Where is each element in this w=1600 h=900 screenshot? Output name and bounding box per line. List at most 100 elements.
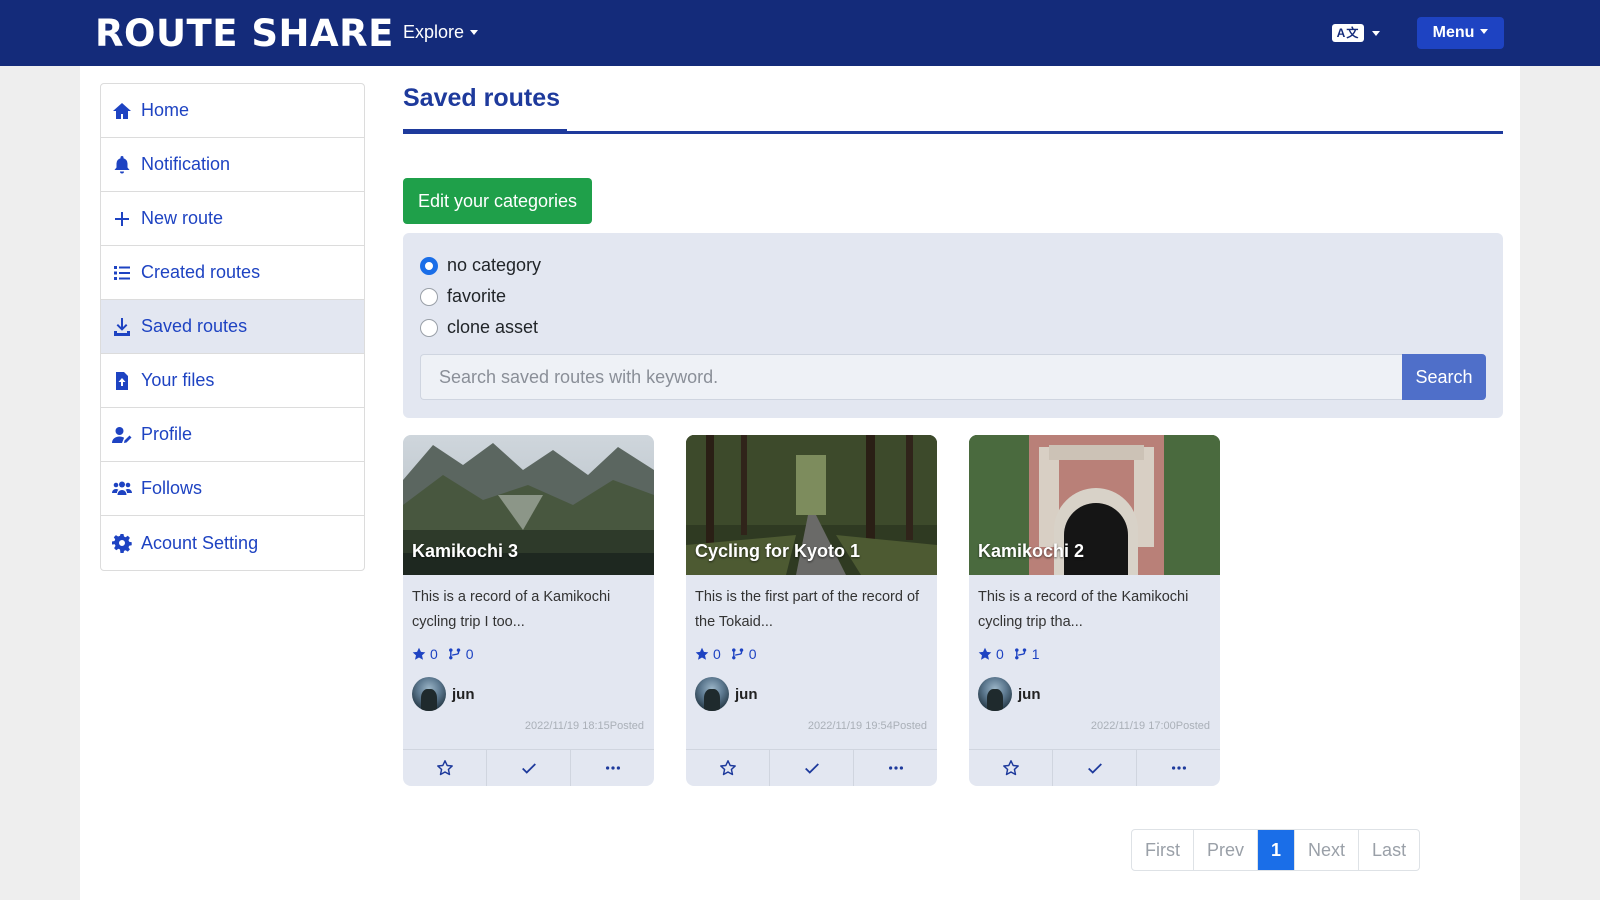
category-radio-no-category[interactable]: no category [420, 255, 541, 276]
check-button[interactable] [487, 750, 571, 786]
pagination-last[interactable]: Last [1359, 830, 1419, 870]
more-options-button[interactable] [854, 750, 937, 786]
user-edit-icon [111, 424, 133, 446]
star-count: 0 [713, 646, 721, 662]
card-title[interactable]: Cycling for Kyoto 1 [695, 541, 860, 562]
sidebar-item-label: Follows [141, 478, 203, 498]
pagination-prev[interactable]: Prev [1194, 830, 1259, 870]
pagination-next[interactable]: Next [1295, 830, 1360, 870]
sidebar-item-saved-routes[interactable]: Saved routes [101, 300, 364, 354]
card-date: 2022/11/19 18:15Posted [524, 720, 644, 732]
card-actions [403, 749, 654, 786]
fork-count: 0 [465, 646, 474, 662]
avatar[interactable] [695, 677, 729, 711]
card-author[interactable]: jun [412, 677, 475, 711]
fork-icon [731, 648, 744, 660]
language-caret-icon[interactable] [1366, 26, 1380, 44]
sidebar-item-label: Saved routes [141, 316, 248, 336]
ellipsis-icon [1171, 766, 1186, 770]
sidebar-item-label: Acount Setting [141, 532, 259, 553]
sidebar-item-follows[interactable]: Follows [101, 462, 364, 516]
author-name[interactable]: jun [452, 686, 475, 703]
sidebar-item-created-routes[interactable]: Created routes [101, 246, 364, 300]
brand-logo[interactable]: ROUTE SHARE [95, 12, 394, 55]
author-name[interactable]: jun [1018, 686, 1041, 703]
check-button[interactable] [1053, 750, 1137, 786]
sidebar-item-label: New route [141, 208, 224, 228]
category-filter-panel: no category favorite clone asset Search [403, 233, 1503, 418]
sidebar: Home Notification New route Created rout… [100, 83, 365, 571]
pagination: First Prev 1 Next Last [1131, 829, 1421, 871]
card-title[interactable]: Kamikochi 2 [978, 541, 1084, 562]
card-description: This is the first part of the record of … [695, 589, 920, 630]
card-description: This is a record of a Kamikochi cycling … [412, 589, 611, 630]
category-label: favorite [447, 286, 507, 306]
sidebar-item-notification[interactable]: Notification [101, 138, 364, 192]
list-icon [111, 262, 133, 284]
star-filled-icon [978, 647, 992, 660]
sidebar-item-label: Notification [141, 154, 231, 174]
users-icon [111, 478, 133, 500]
star-outline-icon [1002, 760, 1019, 776]
search-button[interactable]: Search [1402, 354, 1486, 400]
card-stats: 0 0 [695, 646, 757, 662]
fork-count: 1 [1031, 646, 1040, 662]
card-title[interactable]: Kamikochi 3 [412, 541, 518, 562]
pagination-current-page[interactable]: 1 [1258, 830, 1296, 870]
favorite-button[interactable] [403, 750, 487, 786]
star-count: 0 [430, 646, 438, 662]
ellipsis-icon [605, 766, 620, 770]
avatar[interactable] [978, 677, 1012, 711]
page-container: Home Notification New route Created rout… [80, 66, 1520, 900]
radio-unchecked-icon[interactable] [420, 318, 438, 337]
avatar[interactable] [412, 677, 446, 711]
more-options-button[interactable] [1137, 750, 1220, 786]
sidebar-item-profile[interactable]: Profile [101, 408, 364, 462]
sidebar-item-account-setting[interactable]: Acount Setting [101, 516, 364, 570]
file-upload-icon [111, 370, 133, 392]
star-outline-icon [719, 760, 736, 776]
home-icon [111, 100, 133, 122]
category-label: no category [447, 255, 542, 275]
explore-dropdown[interactable]: Explore [403, 22, 478, 43]
route-card[interactable]: Kamikochi 3 This is a record of a Kamiko… [403, 435, 654, 786]
sidebar-item-label: Created routes [141, 262, 261, 282]
favorite-button[interactable] [969, 750, 1053, 786]
radio-checked-icon[interactable] [420, 256, 438, 275]
plus-icon [111, 208, 133, 230]
author-name[interactable]: jun [735, 686, 758, 703]
download-icon [111, 316, 133, 338]
sidebar-item-label: Home [141, 100, 190, 120]
radio-unchecked-icon[interactable] [420, 287, 438, 306]
sidebar-item-home[interactable]: Home [101, 84, 364, 138]
sidebar-item-label: Profile [141, 424, 193, 444]
category-radio-clone-asset[interactable]: clone asset [420, 317, 538, 338]
sidebar-item-your-files[interactable]: Your files [101, 354, 364, 408]
route-card[interactable]: Cycling for Kyoto 1 This is the first pa… [686, 435, 937, 786]
check-icon [521, 763, 536, 774]
menu-label: Menu [1432, 24, 1475, 41]
card-date: 2022/11/19 17:00Posted [1090, 720, 1210, 732]
sidebar-item-new-route[interactable]: New route [101, 192, 364, 246]
check-icon [804, 763, 819, 774]
star-outline-icon [436, 760, 453, 776]
category-radio-favorite[interactable]: favorite [420, 286, 506, 307]
search-input[interactable] [420, 354, 1402, 400]
fork-icon [448, 648, 461, 660]
pagination-first[interactable]: First [1132, 830, 1194, 870]
top-navbar: ROUTE SHARE Explore A文 Menu [0, 0, 1600, 66]
card-author[interactable]: jun [978, 677, 1041, 711]
fork-icon [1014, 648, 1027, 660]
card-author[interactable]: jun [695, 677, 758, 711]
favorite-button[interactable] [686, 750, 770, 786]
card-stats: 0 0 [412, 646, 474, 662]
check-icon [1087, 763, 1102, 774]
language-icon[interactable]: A文 [1332, 24, 1364, 42]
check-button[interactable] [770, 750, 854, 786]
title-divider [403, 131, 1503, 134]
route-card[interactable]: Kamikochi 2 This is a record of the Kami… [969, 435, 1220, 786]
more-options-button[interactable] [571, 750, 654, 786]
edit-categories-button[interactable]: Edit your categories [403, 178, 592, 224]
card-date: 2022/11/19 19:54Posted [807, 720, 927, 732]
menu-button[interactable]: Menu [1417, 17, 1504, 49]
